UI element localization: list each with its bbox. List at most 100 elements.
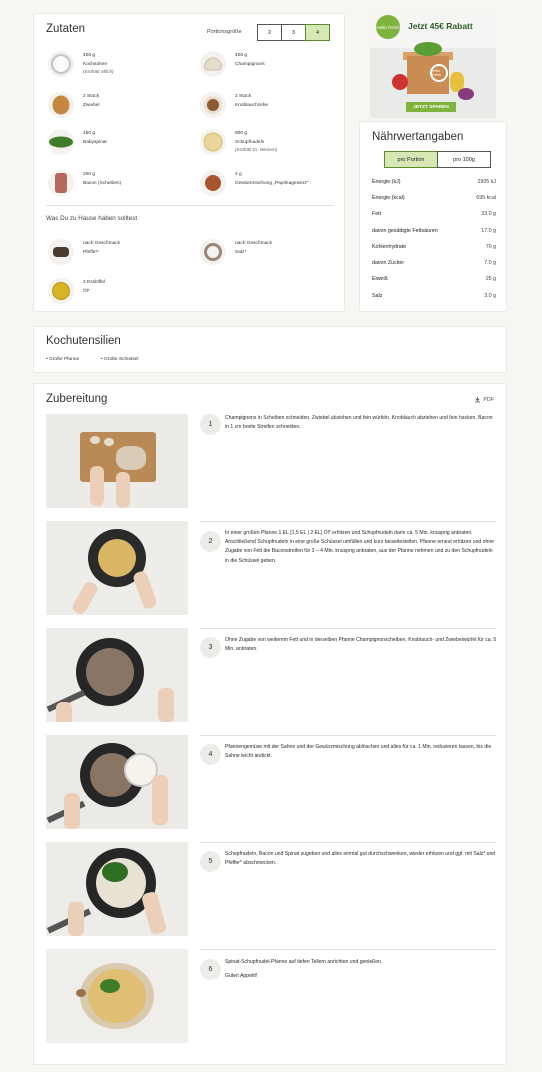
portion-selector: 2 3 4 bbox=[257, 24, 330, 41]
step-text: Champignons in Scheiben schneiden. Zwieb… bbox=[225, 415, 493, 431]
ingredient-amount: 400 g bbox=[83, 53, 96, 58]
spice-icon bbox=[200, 170, 226, 196]
nutrition-label: Eiweiß bbox=[372, 276, 388, 282]
ingredient-item: 400 g Champignons bbox=[200, 51, 265, 77]
ingredient-amount: 2 Esslöffel bbox=[83, 280, 106, 285]
download-icon bbox=[475, 396, 481, 403]
mushroom-icon bbox=[200, 51, 226, 77]
hellofresh-logo: Hello Fresh bbox=[376, 15, 400, 39]
ingredient-amount: nach Geschmack bbox=[83, 241, 121, 246]
nutrition-value: 33.0 g bbox=[481, 211, 496, 217]
preparation-title: Zubereitung bbox=[46, 393, 108, 405]
portion-2-button[interactable]: 2 bbox=[257, 24, 282, 41]
ingredient-amount: 2 Stück bbox=[235, 94, 251, 99]
bacon-icon bbox=[48, 170, 74, 196]
ingredient-amount: 800 g bbox=[235, 131, 248, 136]
nutrition-label: Kohlenhydrate bbox=[372, 244, 407, 250]
divider bbox=[46, 205, 334, 206]
step-divider bbox=[200, 521, 496, 522]
step-divider bbox=[200, 949, 496, 950]
step-text: Pfannengemüse mit der Sahne und der Gewü… bbox=[225, 744, 492, 760]
ingredient-note: (Enthält Ei, Weizen) bbox=[235, 148, 278, 153]
nutrition-value: 25 g bbox=[485, 276, 496, 282]
step-divider bbox=[200, 735, 496, 736]
pdf-label: PDF bbox=[483, 396, 494, 403]
step-1-photo bbox=[46, 414, 188, 508]
nutrition-card: Nährwertangaben pro Portion pro 100g Ene… bbox=[359, 121, 507, 312]
ingredient-name: Pfeffer* bbox=[83, 249, 99, 255]
portion-size-label: Portionsgröße bbox=[207, 29, 242, 35]
utensils-card: Kochutensilien • Große Pfanne • Große Sc… bbox=[33, 326, 507, 373]
home-ingredient-item: nach Geschmack Salz* bbox=[200, 239, 272, 265]
ingredient-item: 150 g Babyspinat bbox=[48, 129, 107, 155]
nutrition-value: 70 g bbox=[485, 244, 496, 250]
step-text: Schupfnudeln, Bacon und Spinat zugeben u… bbox=[225, 851, 496, 867]
pdf-download-link[interactable]: PDF bbox=[474, 396, 494, 403]
ingredient-name: Zwiebel bbox=[83, 102, 100, 108]
cream-icon bbox=[48, 51, 74, 77]
ingredient-name: Babyspinat bbox=[83, 139, 107, 145]
nutrition-value: 3.0 g bbox=[484, 293, 496, 299]
step-text-main: Spinat-Schupfnudel-Pfanne auf tiefen Tel… bbox=[225, 959, 383, 965]
portion-3-button[interactable]: 3 bbox=[281, 24, 306, 41]
nutrition-label: Fett bbox=[372, 211, 382, 217]
pepper-icon bbox=[48, 239, 74, 265]
ingredient-name: Champignons bbox=[235, 61, 265, 67]
ingredient-item: 800 g Schupfnudeln (Enthält Ei, Weizen) bbox=[200, 129, 277, 156]
portion-4-button[interactable]: 4 bbox=[305, 24, 330, 41]
salt-icon bbox=[200, 239, 226, 265]
ingredients-card: Zutaten Portionsgröße 2 3 4 400 g Kochsah… bbox=[33, 13, 345, 312]
step-number: 2 bbox=[200, 531, 221, 552]
nutrition-value: 7.0 g bbox=[484, 260, 496, 266]
home-ingredient-item: 2 Esslöffel Öl* bbox=[48, 278, 105, 304]
ingredient-amount: 4 g bbox=[235, 172, 242, 177]
tab-per-portion[interactable]: pro Portion bbox=[384, 151, 438, 168]
step-number: 6 bbox=[200, 959, 221, 980]
step-text: In einer großen Pfanne 1 EL [1,5 EL | 2 … bbox=[225, 530, 495, 564]
vegetable-shape bbox=[392, 74, 408, 90]
ingredient-amount: 200 g bbox=[83, 172, 96, 177]
step-text: Spinat-Schupfnudel-Pfanne auf tiefen Tel… bbox=[225, 958, 497, 981]
promo-cta-button[interactable]: JETZT SPAREN bbox=[406, 102, 456, 112]
step-3-photo bbox=[46, 628, 188, 722]
step-text-extra: Guten Appetit! bbox=[225, 973, 258, 980]
onion-icon bbox=[48, 92, 74, 118]
ingredient-name: Kochsahne bbox=[83, 61, 108, 67]
step-2-photo bbox=[46, 521, 188, 615]
vegetable-shape bbox=[414, 42, 442, 56]
box-logo-badge: Hello Fresh bbox=[430, 64, 448, 82]
home-ingredients-title: Was Du zu Hause haben solltest bbox=[46, 215, 138, 222]
ingredient-item: 4 g Gewürzmischung „Paprikagewürz“ bbox=[200, 170, 308, 196]
promo-banner[interactable]: Hello Fresh Jetzt 45€ Rabatt Hello Fresh… bbox=[370, 12, 496, 118]
step-divider bbox=[200, 842, 496, 843]
ingredient-name: Bacon (Scheiben) bbox=[83, 180, 122, 186]
ingredient-amount: 2 Stück bbox=[83, 94, 99, 99]
utensils-title: Kochutensilien bbox=[46, 335, 121, 347]
step-number: 5 bbox=[200, 851, 221, 872]
nutrition-label: Energie (kcal) bbox=[372, 195, 405, 201]
step-number: 4 bbox=[200, 744, 221, 765]
step-divider bbox=[200, 628, 496, 629]
nutrition-value: 2905 kJ bbox=[477, 179, 496, 185]
ingredient-amount: 150 g bbox=[83, 131, 96, 136]
step-5-photo bbox=[46, 842, 188, 936]
ingredient-name: Gewürzmischung „Paprikagewürz“ bbox=[235, 180, 309, 186]
ingredient-note: (Enthält Milch) bbox=[83, 70, 114, 75]
home-ingredient-item: nach Geschmack Pfeffer* bbox=[48, 239, 120, 265]
step-number: 1 bbox=[200, 414, 221, 435]
tab-per-100g[interactable]: pro 100g bbox=[437, 151, 491, 168]
nutrition-title: Nährwertangaben bbox=[372, 131, 464, 143]
utensil-item: • Große Pfanne bbox=[46, 357, 80, 362]
nutrition-row: Salz 3.0 g bbox=[372, 293, 496, 299]
nutrition-label: davon Zucker bbox=[372, 260, 405, 266]
spinach-icon bbox=[48, 129, 74, 155]
step-text: Ohne Zugabe von weiterem Fett und in der… bbox=[225, 637, 497, 653]
nutrition-row: Energie (kJ) 2905 kJ bbox=[372, 179, 496, 185]
ingredient-name: Öl* bbox=[83, 288, 90, 294]
ingredient-amount: 400 g bbox=[235, 53, 248, 58]
ingredient-name: Knoblauchzehe bbox=[235, 102, 269, 108]
nutrition-label: Energie (kJ) bbox=[372, 179, 401, 185]
ingredient-amount: nach Geschmack bbox=[235, 241, 273, 246]
oil-icon bbox=[48, 278, 74, 304]
nutrition-value: 695 kcal bbox=[476, 195, 496, 201]
